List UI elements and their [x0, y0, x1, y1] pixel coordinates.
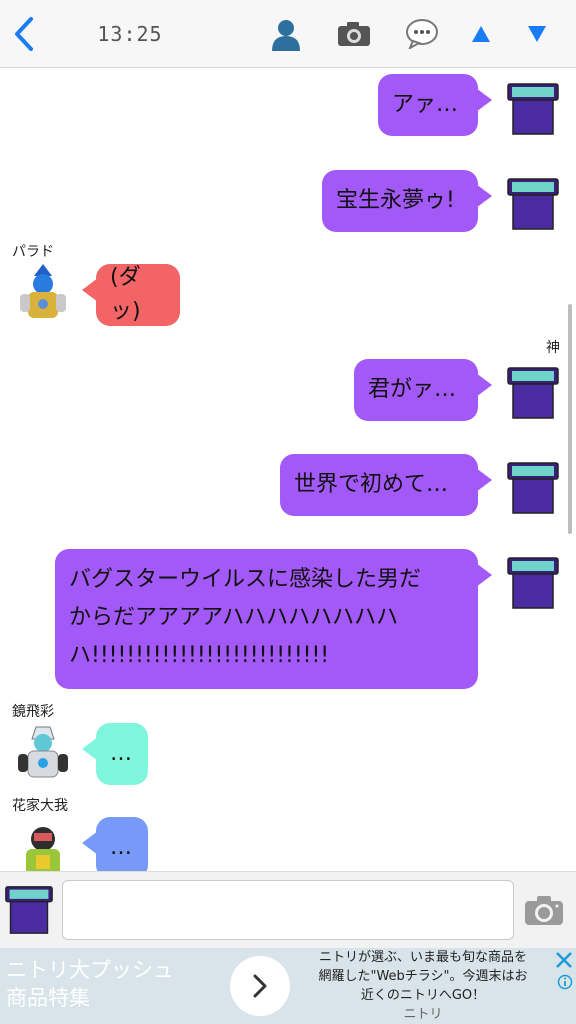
sender-name: 花家大我 — [12, 798, 68, 814]
back-chevron-icon — [15, 17, 33, 51]
ad-desc-line: ニトリが選ぶ、いま最も旬な商品を — [318, 950, 527, 965]
message-text: アァ… — [392, 92, 459, 117]
message-line: からだアアアアハハハハハハハハ — [69, 605, 399, 630]
message-bubble[interactable]: … — [82, 723, 148, 785]
message-line: ハ!!!!!!!!!!!!!!!!!!!!!!!!!!! — [69, 643, 330, 668]
pipe-avatar-icon[interactable] — [506, 177, 560, 231]
message-bubble[interactable]: バグスターウイルスに感染した男だ からだアアアアハハハハハハハハ ハ!!!!!!… — [55, 549, 492, 689]
message-bubble[interactable]: (ダッ) — [82, 264, 180, 326]
scrollbar[interactable] — [568, 304, 572, 534]
ad-desc-line: 網羅した"Webチラシ"。今週末はお — [318, 969, 528, 984]
message-text: … — [110, 741, 132, 766]
message-bubble[interactable]: 世界で初めて… — [280, 454, 492, 516]
ad-banner[interactable]: ニトリ大プッシュ 商品特集 ニトリが選ぶ、いま最も旬な商品を 網羅した"Webチ… — [0, 948, 576, 1024]
chat-menu-button[interactable] — [402, 0, 442, 68]
speech-bubble-icon — [406, 19, 438, 49]
triangle-down-icon — [528, 26, 546, 42]
scroll-up-button[interactable] — [466, 0, 496, 68]
hiiro-avatar-icon[interactable] — [12, 721, 74, 783]
close-icon[interactable] — [554, 950, 574, 970]
camera-header-button[interactable] — [334, 0, 374, 68]
message-text: (ダッ) — [110, 265, 141, 324]
message-text: 宝生永夢ゥ! — [336, 188, 455, 213]
chat-header: 13:25 — [0, 0, 576, 68]
taiga-avatar-icon[interactable] — [12, 817, 74, 871]
ad-title-line: 商品特集 — [6, 986, 90, 1010]
ad-title-line: ニトリ大プッシュ — [6, 958, 174, 982]
pipe-avatar-icon[interactable] — [506, 556, 560, 610]
ad-brand: ニトリ — [403, 1007, 443, 1022]
ad-info-icon[interactable] — [557, 974, 573, 990]
message-bubble[interactable]: 君がァ… — [354, 359, 492, 421]
chat-log[interactable]: アァ… 宝生永夢ゥ! パラド (ダッ) 神 君がァ… 世界で初めて… バグスター… — [0, 69, 576, 871]
input-bar — [0, 871, 576, 948]
message-bubble[interactable]: … — [82, 817, 148, 871]
back-button[interactable] — [6, 0, 42, 68]
scroll-down-button[interactable] — [522, 0, 552, 68]
message-text: … — [110, 835, 132, 860]
ad-open-button[interactable] — [230, 956, 290, 1016]
message-text: 世界で初めて… — [294, 472, 449, 497]
parado-avatar-icon[interactable] — [12, 262, 74, 324]
person-icon — [272, 20, 300, 51]
sender-name: 神 — [546, 340, 560, 356]
message-input[interactable] — [62, 880, 514, 940]
camera-icon — [525, 896, 563, 925]
chevron-right-icon — [253, 974, 267, 998]
pipe-avatar-icon[interactable] — [506, 82, 560, 136]
sender-name: パラド — [12, 244, 54, 260]
message-bubble[interactable]: アァ… — [378, 74, 492, 136]
ad-description[interactable]: ニトリが選ぶ、いま最も旬な商品を 網羅した"Webチラシ"。今週末はお 近くのニ… — [296, 948, 550, 1024]
triangle-up-icon — [472, 26, 490, 42]
camera-send-button[interactable] — [522, 892, 566, 928]
profile-button[interactable] — [266, 0, 306, 68]
message-text: バグスターウイルスに感染した男だ からだアアアアハハハハハハハハ ハ!!!!!!… — [69, 561, 421, 675]
sender-name: 鏡飛彩 — [12, 704, 54, 720]
camera-icon — [338, 22, 370, 46]
header-time: 13:25 — [97, 22, 163, 46]
ad-desc-line: 近くのニトリへGO！ — [360, 988, 486, 1003]
message-line: バグスターウイルスに感染した男だ — [69, 567, 422, 592]
pipe-avatar-icon[interactable] — [506, 461, 560, 515]
pipe-avatar-icon[interactable] — [4, 884, 54, 936]
message-bubble[interactable]: 宝生永夢ゥ! — [322, 170, 492, 232]
pipe-avatar-icon[interactable] — [506, 366, 560, 420]
message-text: 君がァ… — [368, 377, 457, 402]
ad-title[interactable]: ニトリ大プッシュ 商品特集 — [6, 956, 226, 1012]
